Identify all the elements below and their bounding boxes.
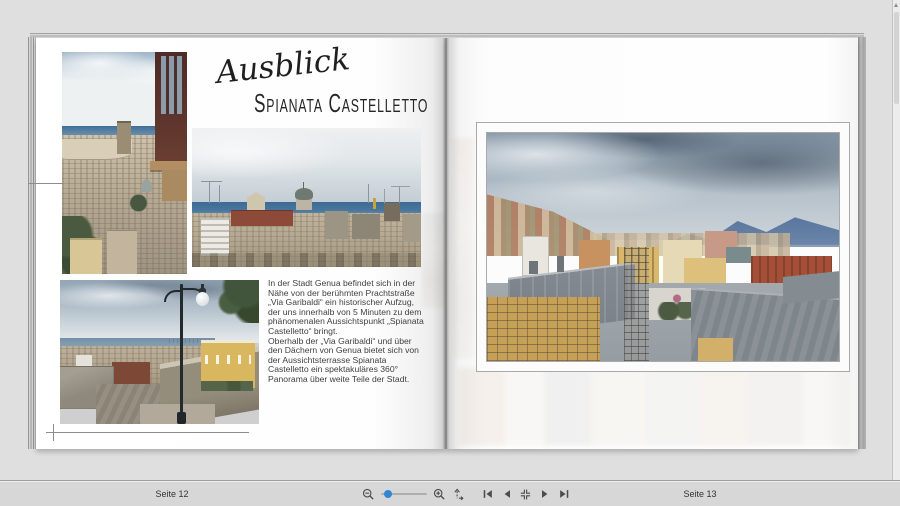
decor-line-top [28, 183, 62, 184]
photo-elevator-tower-city[interactable] [62, 52, 187, 274]
zoom-out-button[interactable] [361, 486, 376, 502]
zoom-slider[interactable] [381, 486, 427, 502]
last-page-button[interactable] [556, 486, 571, 502]
fit-window-icon [519, 488, 532, 501]
left-page-number: Seite 12 [127, 489, 217, 499]
fit-window-button[interactable] [518, 486, 533, 502]
dome [295, 188, 313, 201]
scrollbar-up-icon[interactable] [894, 3, 898, 7]
scaffolding [624, 247, 649, 361]
page-stack-edge-right [858, 37, 866, 449]
first-page-icon [482, 488, 494, 500]
decor-tick [53, 424, 54, 441]
next-page-button[interactable] [537, 486, 552, 502]
previous-page-icon [501, 488, 513, 500]
zoom-slider-handle[interactable] [384, 490, 392, 498]
photo-genoa-rooftops [486, 132, 840, 362]
lamp-globe [196, 292, 209, 306]
book-page-right[interactable] [446, 38, 858, 449]
right-page-number: Seite 13 [655, 489, 745, 499]
paragraph-1: In der Stadt Genua befindet sich in der … [268, 279, 424, 337]
book-page-left[interactable]: Ausblick Spianata Castelletto [36, 38, 446, 449]
page-stack-edge-left [28, 37, 36, 449]
script-title: Ausblick [214, 41, 351, 91]
decor-line-bottom [46, 432, 249, 433]
scrollbar-thumb[interactable] [894, 12, 899, 104]
zoom-out-icon [362, 488, 375, 501]
body-text: In der Stadt Genua befindet sich in der … [268, 279, 424, 385]
lamp-post [180, 284, 183, 424]
next-page-icon [539, 488, 551, 500]
zoom-in-icon [433, 488, 446, 501]
page-ghost-decor [452, 138, 474, 358]
viewer-controls [361, 486, 571, 502]
page-ghost-decor [458, 368, 850, 446]
photo-book-viewer: Ausblick Spianata Castelletto [0, 0, 900, 506]
fit-page-icon [452, 488, 465, 501]
page-title: Spianata Castelletto [254, 90, 410, 119]
paragraph-2: Oberhalb der „Via Garibaldi“ und über de… [268, 337, 424, 385]
book-spread: Ausblick Spianata Castelletto [28, 33, 866, 455]
fit-page-button[interactable] [451, 486, 466, 502]
photo-lantern-viewpoint[interactable] [60, 280, 259, 424]
previous-page-button[interactable] [499, 486, 514, 502]
photo-frame[interactable] [476, 122, 850, 372]
first-page-button[interactable] [480, 486, 495, 502]
zoom-in-button[interactable] [432, 486, 447, 502]
ochre-building-scaffold [487, 297, 600, 361]
right-scrollbar[interactable] [892, 0, 900, 480]
bottom-toolbar: Seite 12 Seite 13 [0, 480, 900, 506]
page-ghost-decor [422, 213, 446, 308]
last-page-icon [558, 488, 570, 500]
photo-genoa-panorama-sea[interactable] [192, 128, 421, 267]
